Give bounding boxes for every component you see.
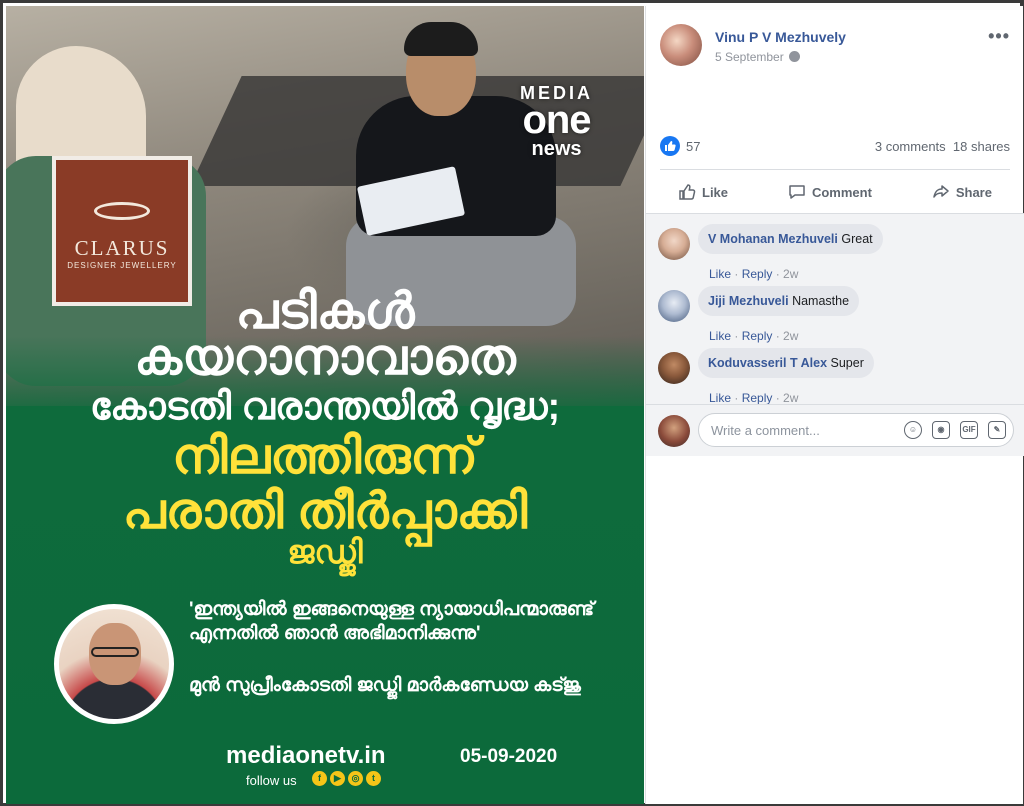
comment-bubble: Koduvasseril T Alex Super	[698, 348, 874, 378]
more-options-icon[interactable]: •••	[988, 26, 1010, 47]
gif-icon[interactable]: GIF	[960, 421, 978, 439]
globe-icon	[788, 51, 800, 62]
commenter-name[interactable]: Koduvasseril T Alex	[708, 356, 827, 370]
comment-meta: Like · Reply · 2w	[709, 267, 799, 281]
clarus-name: CLARUS	[74, 236, 170, 260]
comment-reply-link[interactable]: Reply	[742, 329, 773, 343]
comment-meta: Like · Reply · 2w	[709, 329, 799, 343]
emoji-icon[interactable]: ☺	[904, 421, 922, 439]
comment-label: Comment	[811, 184, 872, 200]
judge-hair	[404, 22, 478, 56]
judge-figure	[346, 22, 576, 326]
quote-source: മുൻ സുപ്രീംകോടതി ജഡ്ജി മാർകണ്ഡേയ കട്ജു	[189, 675, 581, 696]
author-name[interactable]: Vinu P V Mezhuvely	[715, 29, 846, 45]
comment-text: Great	[841, 232, 873, 246]
social-icons: f ▶ ◎ t	[312, 771, 381, 786]
commenter-name[interactable]: Jiji Mezhuveli	[708, 294, 789, 308]
share-icon	[933, 185, 949, 198]
youtube-icon: ▶	[330, 771, 345, 786]
divider	[660, 169, 1010, 170]
like-reaction-icon[interactable]	[660, 136, 680, 156]
comment-like-link[interactable]: Like	[709, 391, 731, 405]
share-label: Share	[955, 184, 992, 200]
comment-text: Namasthe	[792, 294, 850, 308]
thumbs-up-icon	[679, 184, 696, 200]
comment-button[interactable]: Comment	[770, 174, 890, 210]
headline-line-3: കോടതി വരാന്തയിൽ വൃദ്ധ;	[89, 386, 561, 428]
reactions-bar: 57 3 comments 18 shares	[660, 136, 1010, 158]
post-date-text[interactable]: 5 September	[715, 50, 784, 64]
post-date[interactable]: 5 September	[715, 50, 800, 64]
sticker-icon[interactable]: ✎	[988, 421, 1006, 439]
commenter-avatar[interactable]	[658, 290, 690, 322]
author-avatar[interactable]	[660, 24, 702, 66]
comment-item: V Mohanan Mezhuveli Great Like · Reply ·…	[658, 224, 1008, 284]
comment-age[interactable]: 2w	[783, 329, 798, 343]
comment-bubble: Jiji Mezhuveli Namasthe	[698, 286, 860, 316]
post-image[interactable]: CLARUS DESIGNER JEWELLERY MEDIA one news…	[6, 6, 644, 804]
portrait-glasses	[91, 647, 139, 657]
comment-meta: Like · Reply · 2w	[709, 391, 799, 405]
post-side-panel: Vinu P V Mezhuvely 5 September ••• 57 3 …	[645, 6, 1024, 804]
commenter-avatar[interactable]	[658, 228, 690, 260]
comment-item: Koduvasseril T Alex Super Like · Reply ·…	[658, 348, 1008, 408]
instagram-icon: ◎	[348, 771, 363, 786]
comment-icon	[789, 185, 805, 199]
mediaone-logo: MEDIA one news	[494, 84, 619, 160]
comment-age[interactable]: 2w	[783, 391, 798, 405]
clarus-logo: CLARUS DESIGNER JEWELLERY	[52, 156, 192, 306]
former-judge-portrait	[54, 604, 174, 724]
post-header: Vinu P V Mezhuvely 5 September •••	[660, 24, 1010, 74]
ring-icon	[94, 202, 150, 220]
comment-reply-link[interactable]: Reply	[742, 267, 773, 281]
comment-like-link[interactable]: Like	[709, 267, 731, 281]
shares-count[interactable]: 18 shares	[953, 139, 1010, 154]
composer-icons: ☺ ◉ GIF ✎	[904, 421, 1006, 439]
image-date: 05-09-2020	[460, 746, 558, 767]
mediaone-logo-line3: news	[531, 138, 582, 160]
comments-count[interactable]: 3 comments	[875, 139, 946, 154]
share-button[interactable]: Share	[914, 174, 1010, 210]
quote-text: 'ഇന്ത്യയിൽ ഇങ്ങനെയുള്ള ന്യായാധിപന്മാരുണ്…	[189, 599, 595, 644]
headline-line-5: പരാതി തീർപ്പാക്കി	[122, 483, 528, 539]
reaction-count[interactable]: 57	[686, 139, 700, 154]
headline-line-4: നിലത്തിരുന്ന്	[172, 428, 478, 484]
screenshot-frame: CLARUS DESIGNER JEWELLERY MEDIA one news…	[0, 0, 1024, 806]
comment-composer: ☺ ◉ GIF ✎	[646, 404, 1024, 456]
clarus-sub: DESIGNER JEWELLERY	[67, 261, 177, 270]
comment-text: Super	[830, 356, 864, 370]
comment-item: Jiji Mezhuveli Namasthe Like · Reply · 2…	[658, 286, 1008, 346]
commenter-name[interactable]: V Mohanan Mezhuveli	[708, 232, 838, 246]
website-label: mediaonetv.in	[226, 742, 386, 769]
twitter-icon: t	[366, 771, 381, 786]
current-user-avatar[interactable]	[658, 415, 690, 447]
follow-us-label: follow us	[246, 773, 297, 788]
camera-icon[interactable]: ◉	[932, 421, 950, 439]
facebook-icon: f	[312, 771, 327, 786]
like-label: Like	[702, 184, 729, 200]
mediaone-logo-line2: one	[522, 98, 591, 142]
comment-reply-link[interactable]: Reply	[742, 391, 773, 405]
headline-line-6: ജഡ്ജി	[287, 534, 363, 570]
comment-bubble: V Mohanan Mezhuveli Great	[698, 224, 883, 254]
post-actions: Like Comment Share	[660, 174, 1010, 210]
comments-shares-count: 3 comments 18 shares	[875, 139, 1010, 154]
commenter-avatar[interactable]	[658, 352, 690, 384]
comment-age[interactable]: 2w	[783, 267, 798, 281]
headline-line-2: കയറാനാവാതെ	[134, 329, 516, 385]
comment-like-link[interactable]: Like	[709, 329, 731, 343]
like-button[interactable]: Like	[660, 174, 746, 210]
